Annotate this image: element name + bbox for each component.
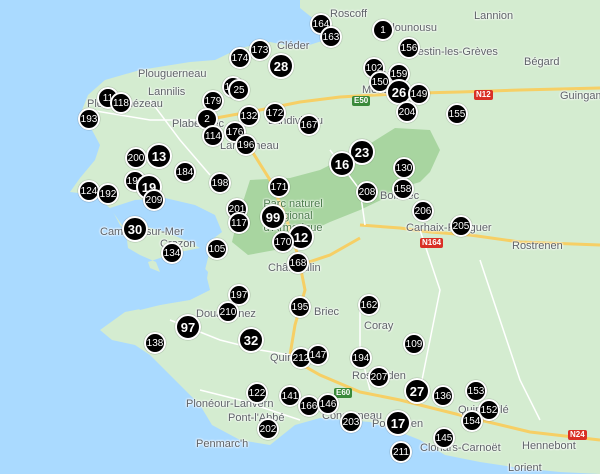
map-marker[interactable]: 194	[350, 347, 372, 369]
map-marker[interactable]: 122	[246, 382, 268, 404]
map-marker[interactable]: 198	[209, 172, 231, 194]
map-marker[interactable]: 109	[403, 333, 425, 355]
map-marker[interactable]: 210	[217, 301, 239, 323]
map-marker[interactable]: 146	[317, 393, 339, 415]
map-marker[interactable]: 156	[398, 37, 420, 59]
map-marker[interactable]: 13	[146, 143, 172, 169]
map-marker[interactable]: 163	[320, 26, 342, 48]
map-marker[interactable]: 138	[144, 332, 166, 354]
map-marker[interactable]: 118	[110, 92, 132, 114]
map-marker[interactable]: 117	[228, 212, 250, 234]
map-marker[interactable]: 147	[307, 344, 329, 366]
place-label: Carhaix-Plouguer	[406, 222, 492, 234]
map-marker[interactable]: 145	[433, 427, 455, 449]
place-label: Cléder	[277, 40, 310, 52]
map-marker[interactable]: 153	[465, 380, 487, 402]
map-marker[interactable]: 168	[287, 252, 309, 274]
map-marker[interactable]: 209	[143, 189, 165, 211]
map-marker[interactable]: 203	[340, 411, 362, 433]
map-marker[interactable]: 99	[260, 204, 286, 230]
map-marker[interactable]: 206	[412, 200, 434, 222]
place-label: Roscoff	[330, 8, 368, 20]
map-marker[interactable]: 130	[393, 157, 415, 179]
map-marker[interactable]: 211	[390, 441, 412, 463]
place-label: Plouguerneau	[138, 68, 207, 80]
place-label: Lannion	[474, 10, 514, 22]
road-shield: E50	[352, 96, 371, 106]
map-marker[interactable]: 155	[446, 103, 468, 125]
map-marker[interactable]: 200	[125, 147, 147, 169]
map-marker[interactable]: 1	[372, 19, 394, 41]
map-marker[interactable]: 97	[175, 314, 201, 340]
map-marker[interactable]: 134	[161, 242, 183, 264]
map-marker[interactable]: 136	[432, 385, 454, 407]
map-marker[interactable]: 170	[272, 231, 294, 253]
map-marker[interactable]: 32	[238, 327, 264, 353]
map-marker[interactable]: 167	[298, 114, 320, 136]
map-marker[interactable]: 202	[257, 418, 279, 440]
road-shield: N24	[568, 430, 587, 440]
map-marker[interactable]: 192	[97, 183, 119, 205]
map-marker[interactable]: 196	[235, 134, 257, 156]
map-marker[interactable]: 28	[268, 53, 294, 79]
place-label: Bégard	[524, 56, 560, 68]
place-label: Hennebont	[522, 440, 576, 452]
map-marker[interactable]: 162	[358, 294, 380, 316]
map-marker[interactable]: 207	[368, 366, 390, 388]
place-label: Guingamp	[560, 90, 600, 102]
place-label: Coray	[364, 320, 394, 332]
place-label: Lorient	[508, 462, 542, 474]
place-label: Lannilis	[148, 86, 186, 98]
map-marker[interactable]: 195	[289, 296, 311, 318]
map-marker[interactable]: 205	[450, 215, 472, 237]
map-marker[interactable]: 158	[392, 178, 414, 200]
place-label: Briec	[314, 306, 340, 318]
place-label: Penmarc'h	[196, 438, 249, 450]
map-marker[interactable]: 30	[122, 216, 148, 242]
map-marker[interactable]: 174	[229, 47, 251, 69]
map-marker[interactable]: 154	[461, 410, 483, 432]
place-label: Clohars-Carnoët	[420, 442, 501, 454]
map-marker[interactable]: 173	[249, 39, 271, 61]
map-view[interactable]: Lannion Plounousu Roscoff Cléder Plougue…	[0, 0, 600, 474]
road-shield: N12	[474, 90, 493, 100]
road-shield: N164	[420, 238, 444, 248]
map-marker[interactable]: 27	[404, 378, 430, 404]
map-marker[interactable]: 172	[264, 102, 286, 124]
map-marker[interactable]: 204	[396, 101, 418, 123]
map-marker[interactable]: 171	[268, 176, 290, 198]
map-marker[interactable]: 16	[329, 151, 355, 177]
map-marker[interactable]: 193	[78, 108, 100, 130]
place-label: Rostrenen	[512, 240, 563, 252]
map-marker[interactable]: 184	[174, 161, 196, 183]
place-label: Plestin-les-Grèves	[408, 46, 498, 58]
map-marker[interactable]: 17	[385, 410, 411, 436]
map-marker[interactable]: 208	[356, 181, 378, 203]
map-marker[interactable]: 114	[202, 125, 224, 147]
map-marker[interactable]: 105	[206, 238, 228, 260]
map-marker[interactable]: 25	[228, 79, 250, 101]
